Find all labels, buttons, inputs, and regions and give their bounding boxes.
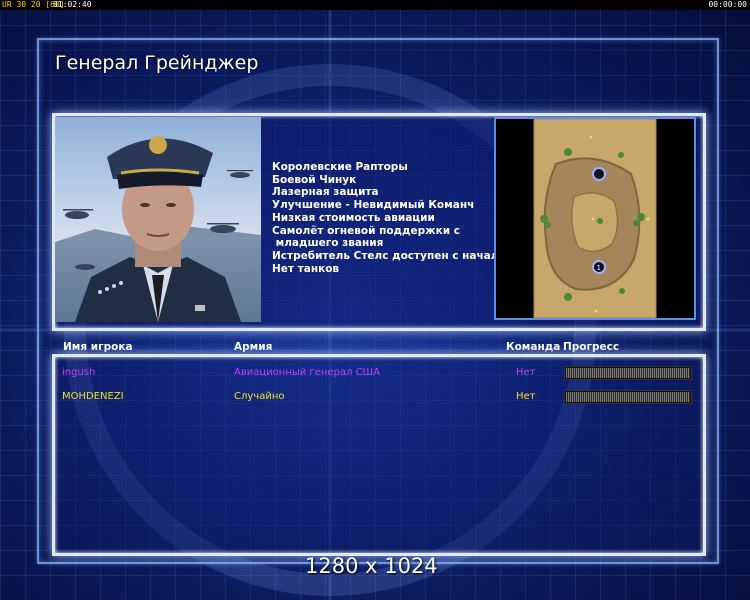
player-army: Авиационный генерал США bbox=[234, 367, 381, 378]
player-name: ingush bbox=[62, 367, 96, 378]
players-panel bbox=[52, 354, 706, 556]
resolution-label: 1280 x 1024 bbox=[305, 554, 438, 578]
svg-text:1: 1 bbox=[597, 264, 601, 272]
special-item: Боевой Чинук bbox=[272, 173, 357, 186]
game-clock: 01:02:40 bbox=[53, 0, 92, 9]
special-item: Улучшение - Невидимый Команч bbox=[272, 199, 475, 212]
special-item: Лазерная защита bbox=[272, 186, 379, 199]
general-title: Генерал Грейнджер bbox=[55, 52, 259, 74]
column-header-player-name: Имя игрока bbox=[63, 341, 133, 353]
general-specials-list: Королевские Рапторы Боевой Чинук Лазерна… bbox=[272, 161, 506, 275]
column-header-army: Армия bbox=[234, 341, 273, 353]
general-portrait-icon bbox=[55, 117, 261, 322]
player-army: Случайно bbox=[234, 391, 285, 402]
special-item: Низкая стоимость авиации bbox=[272, 211, 435, 224]
special-item: Самолёт огневой поддержки с bbox=[272, 224, 460, 237]
column-header-progress: Прогресс bbox=[563, 341, 620, 353]
player-team: Нет bbox=[516, 391, 536, 402]
special-item: Истребитель Стелс доступен с начала bbox=[272, 249, 506, 262]
player-progress-bar bbox=[564, 390, 692, 404]
special-item: Нет танков bbox=[272, 262, 340, 275]
debug-bar: UR 30 20 [60] 01:02:40 00:00:00 bbox=[0, 0, 750, 10]
player-name: MOHDENEZI bbox=[62, 391, 124, 402]
special-item: Королевские Рапторы bbox=[272, 161, 408, 173]
player-progress-bar bbox=[564, 366, 692, 380]
timer-right: 00:00:00 bbox=[708, 0, 747, 9]
column-header-team: Команда bbox=[506, 341, 561, 353]
minimap-icon: 1 bbox=[494, 117, 696, 320]
player-team: Нет bbox=[516, 367, 536, 378]
special-item: младшего звания bbox=[272, 237, 384, 250]
